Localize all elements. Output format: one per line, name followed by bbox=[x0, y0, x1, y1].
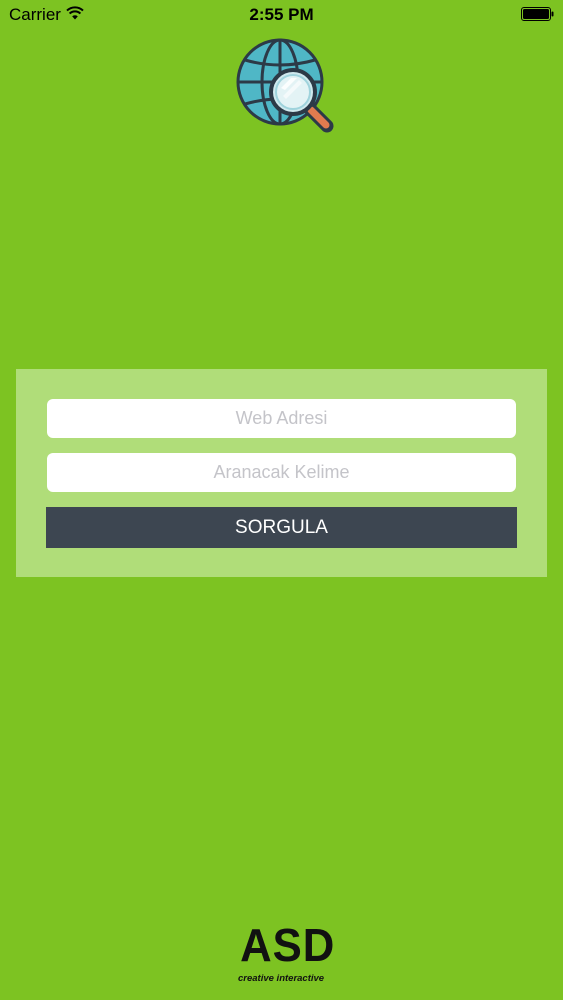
web-address-input[interactable] bbox=[47, 399, 516, 438]
brand-tagline: creative interactive bbox=[238, 973, 325, 984]
brand-logo-text: ASD bbox=[240, 919, 336, 971]
search-form-panel: SORGULA bbox=[16, 369, 547, 577]
status-bar: Carrier 2:55 PM bbox=[0, 0, 563, 28]
status-time: 2:55 PM bbox=[249, 5, 314, 24]
query-button[interactable]: SORGULA bbox=[46, 507, 517, 548]
globe-magnifier-icon bbox=[236, 38, 334, 133]
battery-icon bbox=[521, 7, 554, 21]
keyword-input[interactable] bbox=[47, 453, 516, 492]
brand-logo: ASD creative interactive bbox=[238, 919, 336, 988]
